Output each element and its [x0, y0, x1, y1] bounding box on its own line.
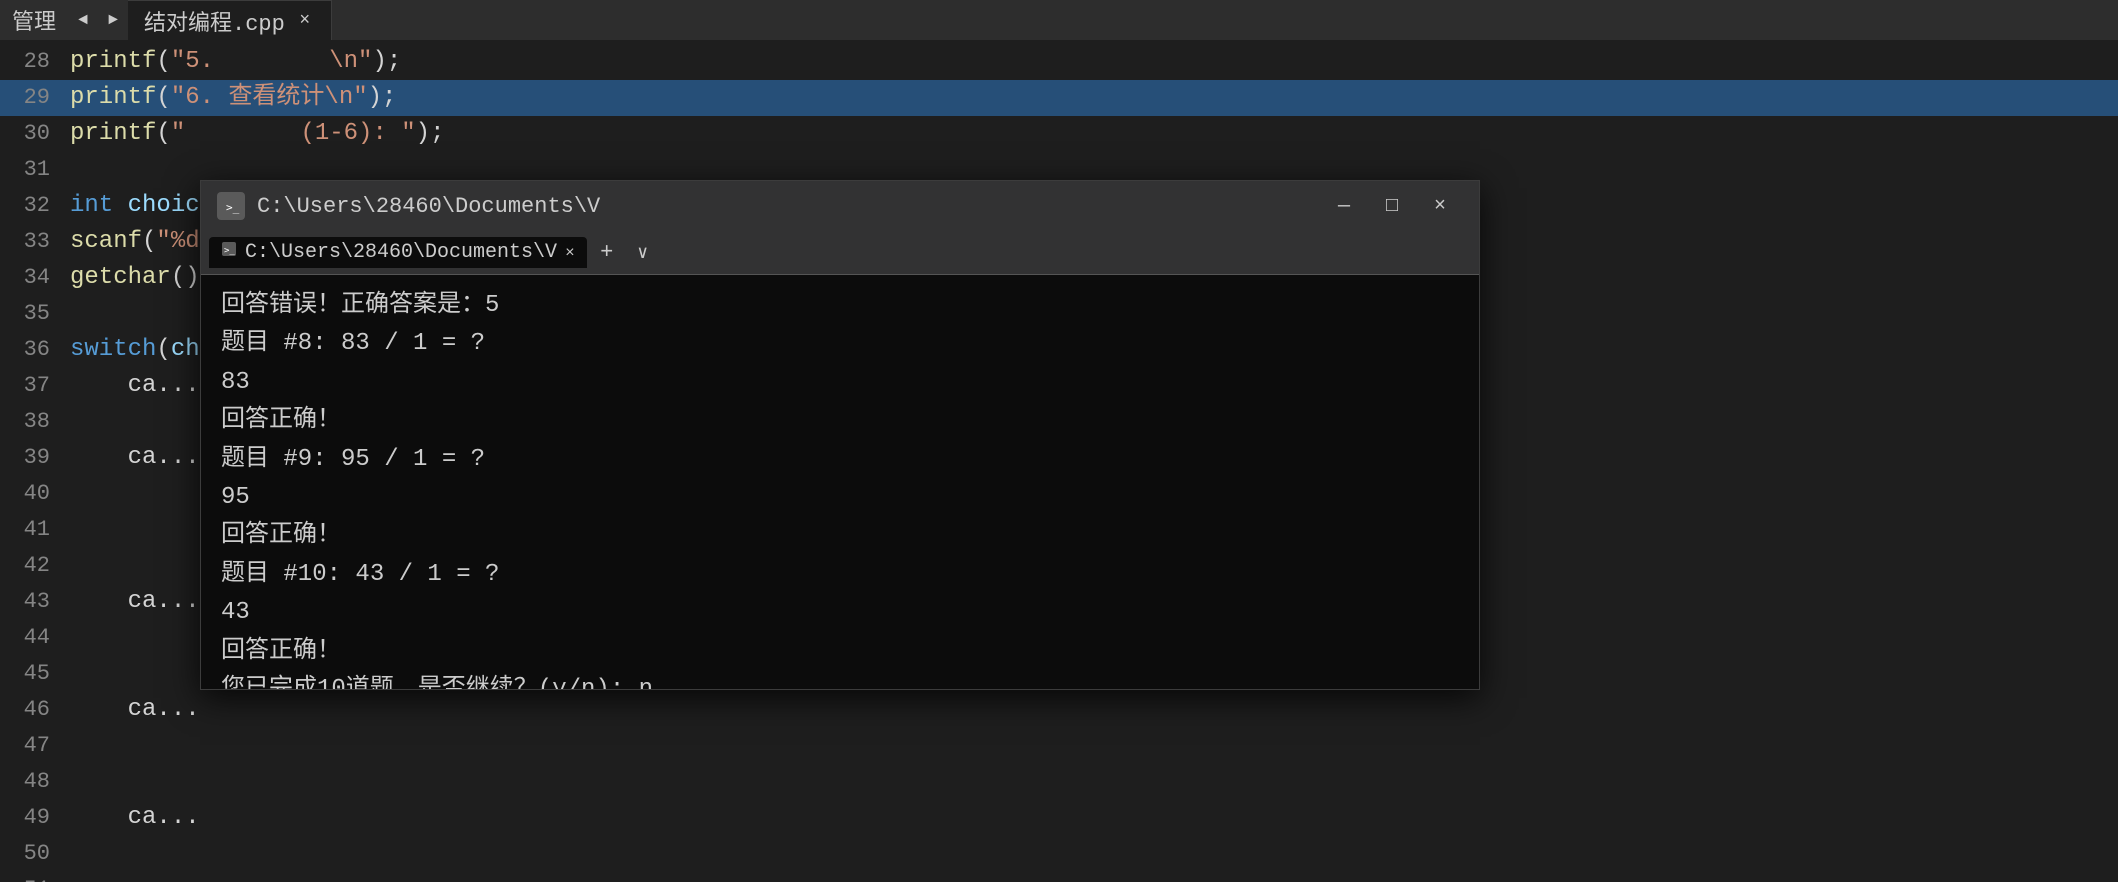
code-line: 51 [0, 872, 2118, 882]
svg-text:>_: >_ [224, 246, 235, 256]
terminal-body: 回答错误！正确答案是：5题目 #8: 83 / 1 = ?83回答正确！题目 #… [201, 275, 1479, 689]
tab-manager-btn[interactable]: 管理 [0, 0, 68, 40]
tab-label: 结对编程.cpp [144, 5, 285, 37]
line-number: 38 [0, 404, 70, 440]
terminal-tab-item[interactable]: >_ C:\Users\28460\Documents\V × [209, 237, 587, 268]
terminal-output-line: 回答正确！ [221, 402, 1459, 440]
terminal-tab-bar: >_ C:\Users\28460\Documents\V × + ∨ [201, 231, 1479, 275]
terminal-app-icon: >_ [217, 192, 245, 220]
terminal-output-line: 回答错误！正确答案是：5 [221, 287, 1459, 325]
code-line: 47 [0, 728, 2118, 764]
code-line: 48 [0, 764, 2118, 800]
line-number: 34 [0, 260, 70, 296]
terminal-tab-chevron-btn[interactable]: ∨ [627, 237, 659, 269]
terminal-window-controls: — □ × [1321, 188, 1463, 224]
line-number: 46 [0, 692, 70, 728]
terminal-output-line: 43 [221, 594, 1459, 632]
editor-area: 28printf("5. \n");29printf("6. 查看统计\n");… [0, 40, 2118, 882]
terminal-minimize-btn[interactable]: — [1321, 188, 1367, 224]
terminal-title: C:\Users\28460\Documents\V [257, 194, 1309, 219]
terminal-tab-plus-btn[interactable]: + [591, 237, 623, 269]
terminal-tab-icon: >_ [221, 241, 237, 264]
terminal-output-line: 题目 #8: 83 / 1 = ? [221, 325, 1459, 363]
terminal-output-line: 83 [221, 364, 1459, 402]
tab-bar: 管理 ◄ ► 结对编程.cpp × [0, 0, 2118, 40]
terminal-titlebar: >_ C:\Users\28460\Documents\V — □ × [201, 181, 1479, 231]
line-number: 45 [0, 656, 70, 692]
terminal-tab-label: C:\Users\28460\Documents\V [245, 241, 557, 264]
tab-next-btn[interactable]: ► [98, 0, 128, 40]
line-number: 49 [0, 800, 70, 836]
line-number: 50 [0, 836, 70, 872]
terminal-close-win-btn[interactable]: × [1417, 188, 1463, 224]
line-number: 42 [0, 548, 70, 584]
tab-prev-btn[interactable]: ◄ [68, 0, 98, 40]
line-number: 44 [0, 620, 70, 656]
line-content: ca... [70, 440, 200, 476]
code-line: 46 ca... [0, 692, 2118, 728]
code-line: 49 ca... [0, 800, 2118, 836]
line-content: ca... [70, 692, 200, 728]
line-content: ca... [70, 368, 200, 404]
terminal-output-line: 95 [221, 479, 1459, 517]
terminal-output-line: 题目 #10: 43 / 1 = ? [221, 556, 1459, 594]
line-number: 35 [0, 296, 70, 332]
code-line: 30printf(" (1-6): "); [0, 116, 2118, 152]
line-number: 48 [0, 764, 70, 800]
line-number: 31 [0, 152, 70, 188]
line-number: 41 [0, 512, 70, 548]
terminal-output-line: 您已完成10道题，是否继续？(y/n): n [221, 671, 1459, 689]
line-number: 30 [0, 116, 70, 152]
line-number: 37 [0, 368, 70, 404]
line-number: 28 [0, 44, 70, 80]
line-number: 29 [0, 80, 70, 116]
tab-item-cpp[interactable]: 结对编程.cpp × [128, 0, 332, 40]
terminal-output-line: 回答正确！ [221, 517, 1459, 555]
terminal-output-line: 回答正确！ [221, 633, 1459, 671]
line-number: 51 [0, 872, 70, 882]
line-number: 33 [0, 224, 70, 260]
line-number: 32 [0, 188, 70, 224]
line-number: 39 [0, 440, 70, 476]
line-content: ca... [70, 800, 200, 836]
terminal-window: >_ C:\Users\28460\Documents\V — □ × >_ C… [200, 180, 1480, 690]
line-content: printf("6. 查看统计\n"); [70, 80, 396, 116]
line-content: ca... [70, 584, 200, 620]
svg-text:>_: >_ [226, 201, 240, 214]
terminal-tab-close-btn[interactable]: × [565, 244, 575, 262]
line-number: 40 [0, 476, 70, 512]
line-number: 36 [0, 332, 70, 368]
code-line: 50 [0, 836, 2118, 872]
line-content: printf("5. \n"); [70, 44, 401, 80]
tab-close-btn[interactable]: × [295, 11, 315, 31]
terminal-output-line: 题目 #9: 95 / 1 = ? [221, 441, 1459, 479]
code-line: 28printf("5. \n"); [0, 44, 2118, 80]
terminal-maximize-btn[interactable]: □ [1369, 188, 1415, 224]
line-content: printf(" (1-6): "); [70, 116, 444, 152]
line-number: 43 [0, 584, 70, 620]
line-content: getchar(); [70, 260, 214, 296]
code-line: 29printf("6. 查看统计\n"); [0, 80, 2118, 116]
line-number: 47 [0, 728, 70, 764]
